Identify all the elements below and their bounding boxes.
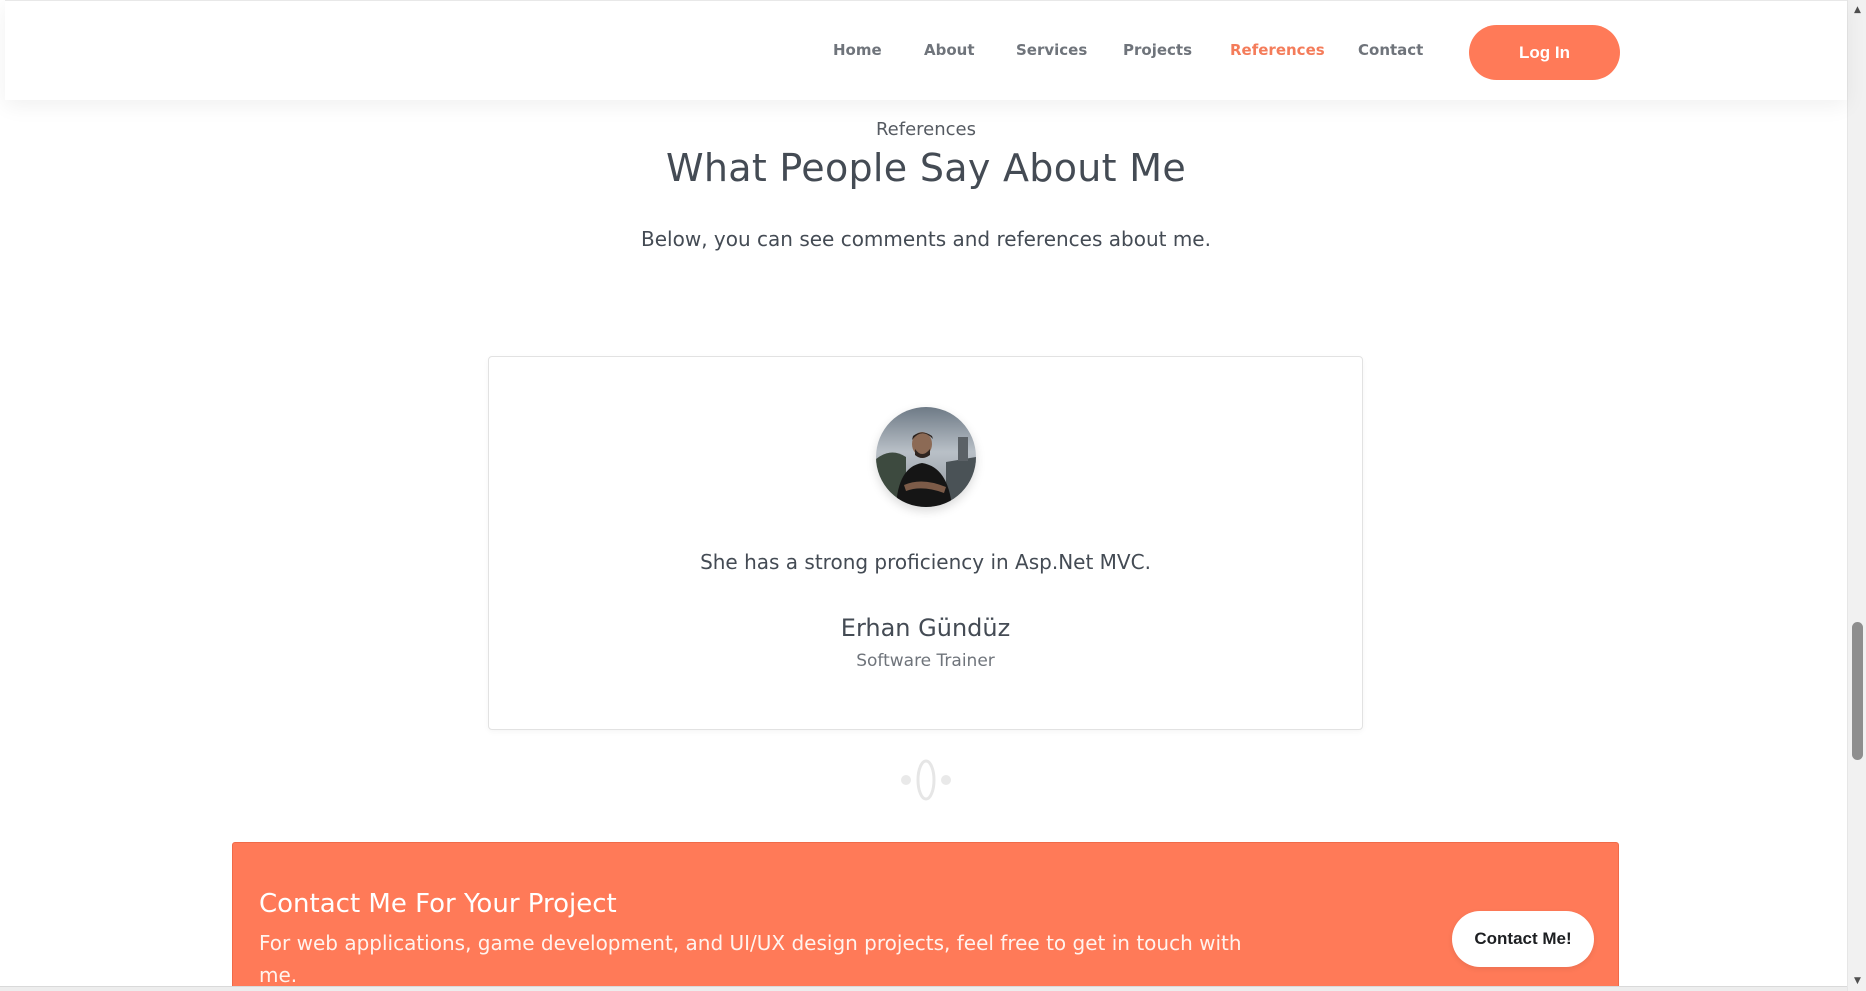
scroll-down-icon[interactable]: ▼ — [1848, 973, 1866, 989]
section-subtitle: Below, you can see comments and referenc… — [641, 227, 1211, 251]
testimonial-quote: She has a strong proficiency in Asp.Net … — [700, 550, 1151, 574]
login-button[interactable]: Log In — [1469, 25, 1620, 80]
nav-about[interactable]: About — [924, 41, 975, 59]
nav-references[interactable]: References — [1230, 41, 1325, 59]
nav-contact[interactable]: Contact — [1358, 41, 1423, 59]
avatar — [876, 407, 976, 507]
slider-indicator[interactable] — [896, 758, 956, 802]
scroll-thumb[interactable] — [1852, 622, 1863, 760]
site-header: Home About Services Projects References … — [5, 0, 1847, 100]
page: Home About Services Projects References … — [0, 0, 1866, 991]
contact-me-button[interactable]: Contact Me! — [1452, 911, 1594, 967]
testimonial-card: She has a strong proficiency in Asp.Net … — [488, 356, 1363, 730]
nav-projects[interactable]: Projects — [1123, 41, 1192, 59]
page-title: What People Say About Me — [665, 146, 1186, 190]
testimonial-role: Software Trainer — [856, 651, 995, 671]
section-label: References — [875, 119, 977, 140]
nav-home[interactable]: Home — [833, 41, 882, 59]
testimonial-name: Erhan Gündüz — [840, 614, 1011, 642]
vertical-scrollbar[interactable]: ▲ ▼ — [1847, 0, 1866, 991]
person-photo-icon — [876, 407, 976, 507]
contact-banner-text: For web applications, game development, … — [259, 931, 1242, 987]
page-bottom-edge — [0, 986, 1847, 991]
slider-dots-icon — [901, 759, 951, 801]
scroll-up-icon[interactable]: ▲ — [1848, 2, 1866, 18]
contact-banner-title: Contact Me For Your Project — [259, 889, 617, 919]
contact-banner: Contact Me For Your Project For web appl… — [232, 842, 1619, 991]
nav-services[interactable]: Services — [1016, 41, 1087, 59]
main-nav: Home About Services Projects References … — [5, 1, 1847, 101]
